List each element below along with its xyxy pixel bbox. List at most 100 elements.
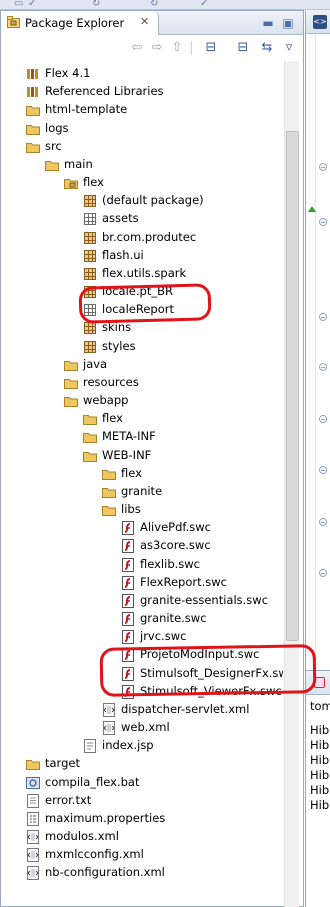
package-icon [83,194,97,208]
flash-file-icon [121,630,135,645]
tree-item[interactable]: flex [83,410,283,428]
minimize-icon[interactable]: ▭ [14,0,24,9]
fold-icon[interactable] [319,218,327,226]
fold-icon[interactable] [319,518,327,526]
tree-item-label: (default package) [102,193,204,208]
tree-item[interactable]: main [45,156,283,174]
refresh-icon[interactable]: ↻ [150,0,160,9]
up-icon[interactable]: ⇧ [169,40,185,56]
tree-item[interactable]: granite [102,483,283,501]
highlight-annotation [78,283,212,324]
tree-item[interactable]: WEB-INF [83,447,283,465]
tree-item[interactable]: mxmlcconfig.xml [26,846,283,864]
tree-item-label: WEB-INF [102,447,152,462]
scrollbar-thumb[interactable] [286,131,299,641]
tree-item[interactable]: modulos.xml [26,828,283,846]
tree-item[interactable]: nb-configuration.xml [26,864,283,882]
tree-item-label: resources [83,374,139,389]
green-arrow-icon [308,206,316,212]
fold-icon[interactable] [319,313,327,321]
tree-item[interactable]: resources [64,374,283,392]
fold-icon[interactable] [319,415,327,423]
text-file-icon [26,793,40,808]
xml-file-icon [102,721,116,736]
editor-tab[interactable]: <> [306,10,330,34]
refresh-icon[interactable]: ↻ [92,0,102,9]
xml-file-icon [26,866,40,881]
tree-item[interactable]: web.xml [102,719,283,737]
xml-file-icon [102,702,116,717]
project-tree: Flex 4.1 Referenced Libraries html-templat… [1,61,283,906]
tree-item[interactable]: granite.swc [121,610,283,628]
tree-item-label: modulos.xml [45,829,119,844]
tree-item-label: compila_flex.bat [45,774,140,789]
fold-icon[interactable] [319,569,327,577]
tree-item[interactable]: assets [83,210,283,228]
fold-icon[interactable] [319,466,327,474]
back-icon[interactable]: ⇦ [129,40,145,56]
package-icon [83,340,97,354]
tree-item[interactable]: styles [83,338,283,356]
folder-icon [26,122,40,136]
tree-item[interactable]: flexlib.swc [121,556,283,574]
tree-item-label: logs [45,120,69,135]
tree-item[interactable]: Flex 4.1 [26,65,283,83]
tree-item[interactable]: target [26,755,283,773]
tree-item[interactable]: java [64,356,283,374]
console-line: Hib [310,723,330,737]
tree-item[interactable]: libs [102,501,283,519]
tree-item-label: index.jsp [102,738,154,753]
check-icon[interactable]: ✓ [28,0,38,9]
tree-item[interactable]: flex [102,465,283,483]
vertical-scrollbar[interactable] [284,61,299,907]
tree-item-label: flex [83,175,104,190]
folder-icon [64,376,78,390]
tree-item[interactable]: Referenced Libraries [26,83,283,101]
fold-icon[interactable] [319,163,327,171]
tree-item[interactable]: jrvc.swc [121,628,283,646]
tree-item[interactable]: maximum.properties [26,810,283,828]
tree-item[interactable]: logs [26,120,283,138]
tree-item[interactable]: index.jsp [83,737,283,755]
forward-icon[interactable]: ⇨ [149,40,165,56]
package-icon [83,249,97,263]
tree-item-label: granite-essentials.swc [140,592,269,607]
tree-item[interactable]: error.txt [26,792,283,810]
tree-item[interactable]: (default package) [83,192,283,210]
tree-item-label: br.com.produtec [102,229,197,244]
tree-item[interactable]: as3core.swc [121,537,283,555]
close-icon[interactable]: ✕ [140,15,149,28]
folder-icon [64,358,78,372]
maximize-icon[interactable]: ▣ [281,16,295,30]
tree-item[interactable]: webapp [64,392,283,410]
flash-file-icon [121,593,135,608]
link-with-editor-icon[interactable]: ⇆ [259,40,275,56]
tree-item[interactable]: flex [64,174,283,192]
tree-item[interactable]: granite-essentials.swc [121,592,283,610]
tree-item[interactable]: FlexReport.swc [121,574,283,592]
collapse-all-icon[interactable]: ⊟ [203,40,219,56]
flash-file-icon [121,539,135,554]
tree-item[interactable]: flash.ui [83,247,283,265]
tree-item[interactable]: META-INF [83,428,283,446]
check-icon[interactable]: ✓ [200,0,210,9]
collapse-all-icon[interactable]: ⊟ [235,40,251,56]
toolbar-separator [191,41,192,55]
tree-item[interactable]: AlivePdf.swc [121,519,283,537]
xml-file-icon [26,848,40,863]
tree-item-label: granite [121,483,163,498]
tree-item-label: nb-configuration.xml [45,865,165,880]
fold-icon[interactable] [319,363,327,371]
tree-item[interactable]: src [26,138,283,156]
tree-item[interactable]: br.com.produtec [83,229,283,247]
mxml-file-icon: <> [313,15,327,29]
console-panel: tom Hib Hib Hib Hib Hib Hib [305,670,330,907]
tree-item[interactable]: compila_flex.bat [26,774,283,792]
flash-file-icon [121,521,135,536]
tree-item[interactable]: dispatcher-servlet.xml [102,701,283,719]
view-menu-icon[interactable]: ▿ [281,40,297,56]
minimize-icon[interactable]: ▬ [261,16,275,30]
tab-package-explorer[interactable]: Package Explorer ✕ [1,11,159,35]
tree-item[interactable]: flex.utils.spark [83,265,283,283]
tree-item[interactable]: html-template [26,101,283,119]
